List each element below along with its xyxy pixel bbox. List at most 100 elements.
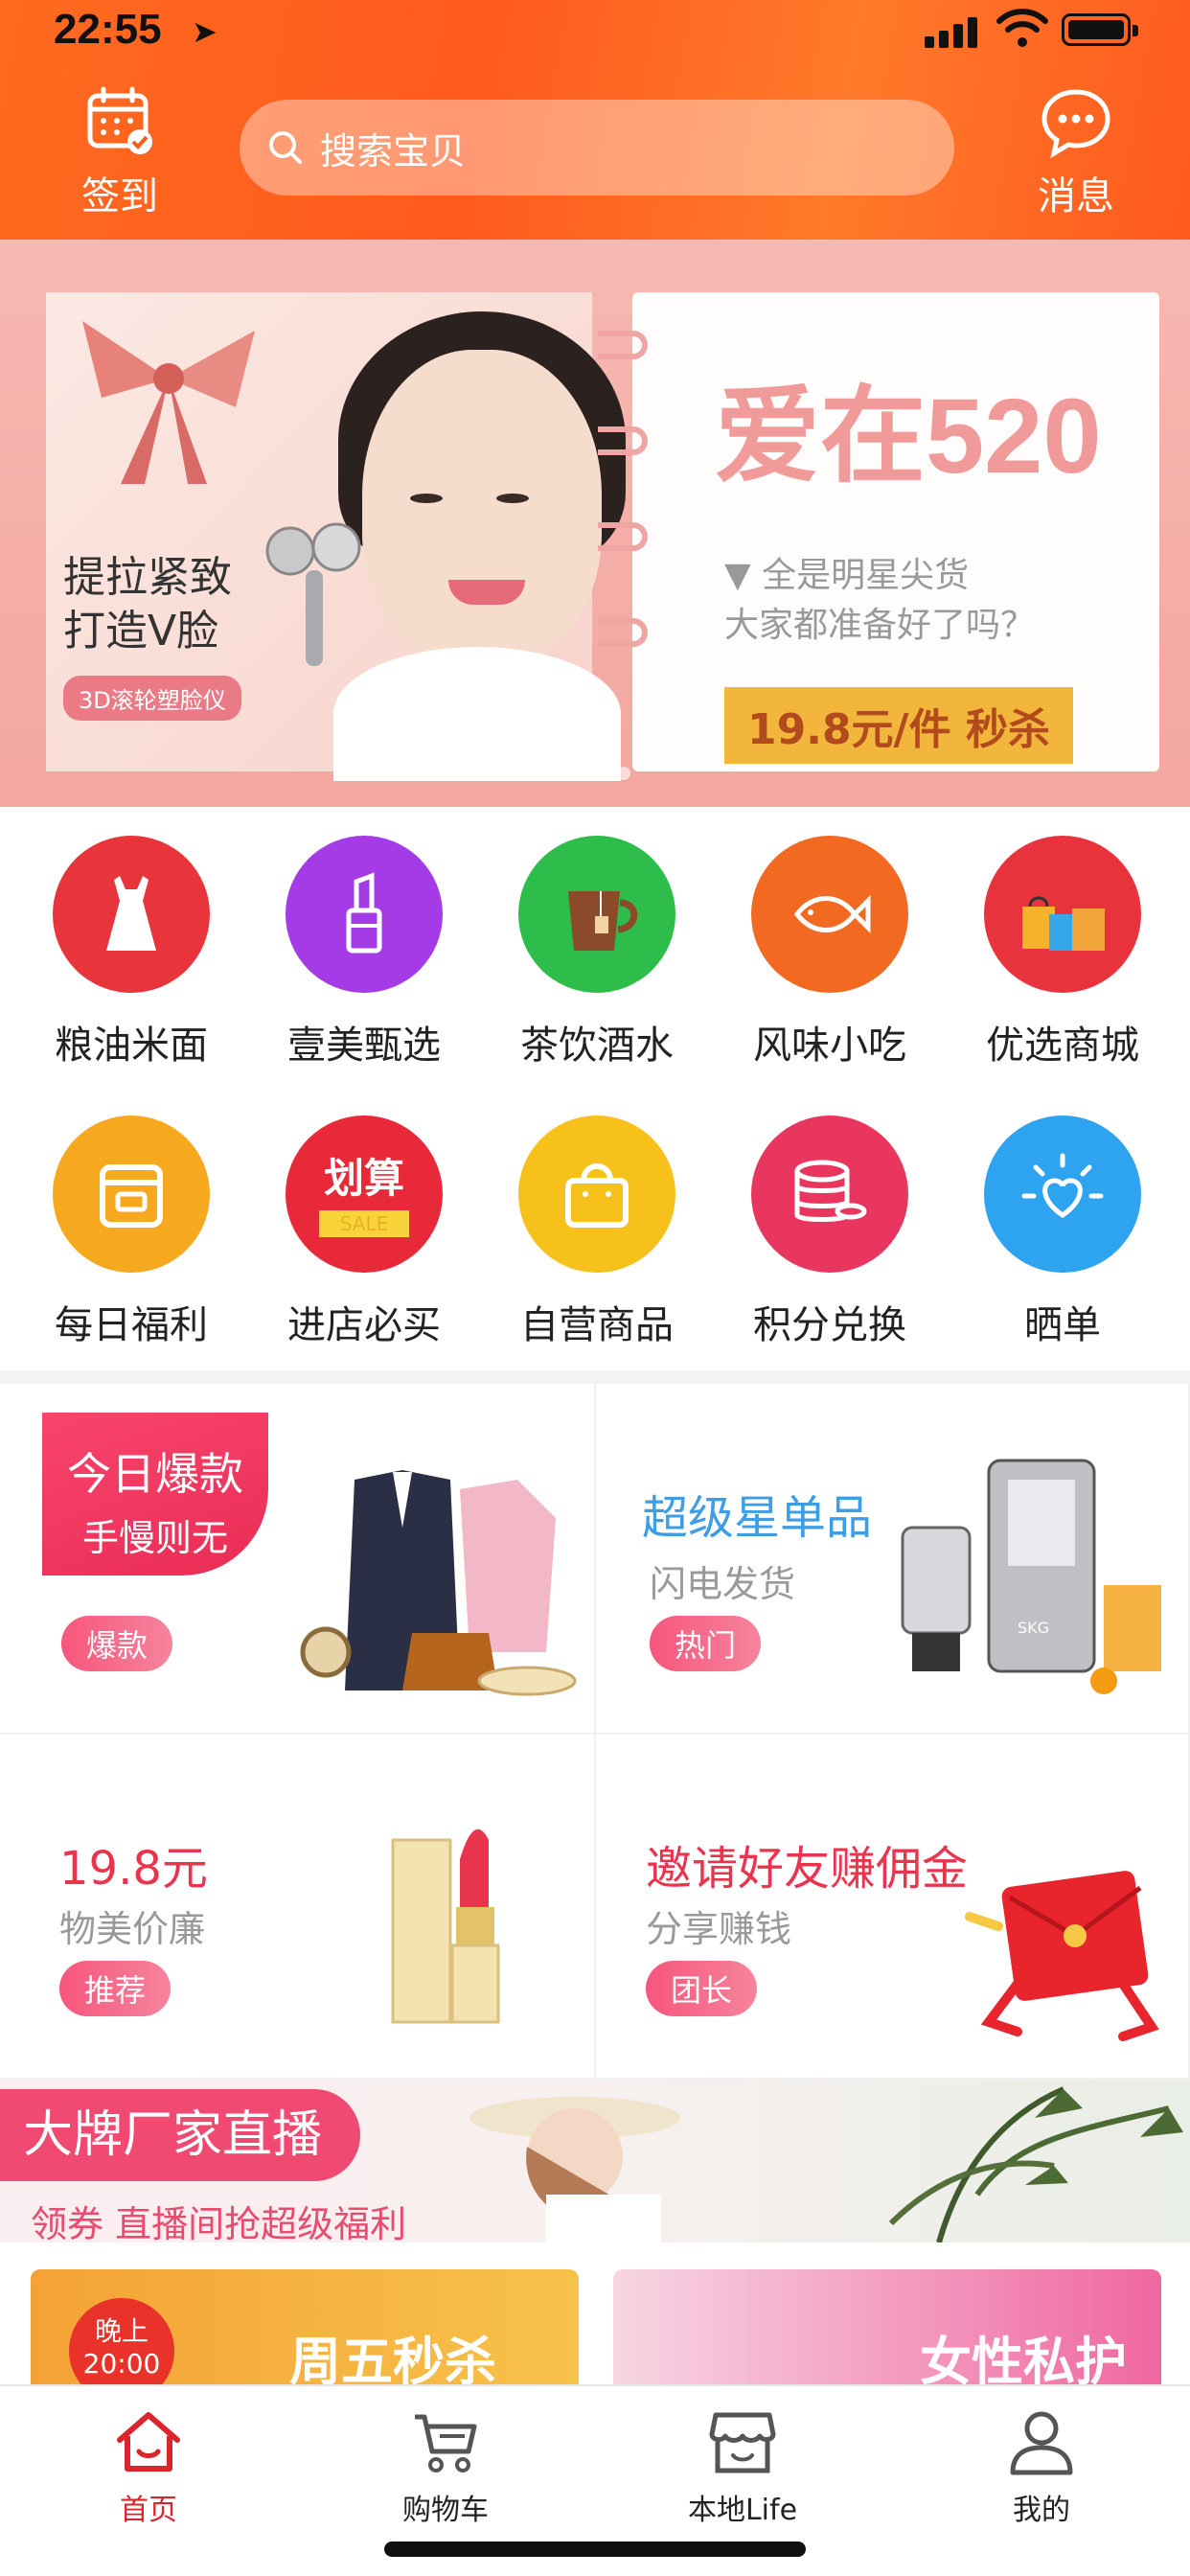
price-title: 19.8元 [59, 1842, 208, 1896]
category-label: 进店必买 [287, 1303, 441, 1347]
category-points-exchange[interactable]: 积分兑换 [715, 1116, 945, 1365]
app-screen: 22:55 ➤ 签到 搜索宝贝 消息 提拉紧致 打造V脸 3D滚轮塑脸仪 爱在5… [0, 0, 1190, 2576]
bag-icon [565, 1163, 629, 1228]
signal-icon [925, 15, 978, 48]
invite-title: 邀请好友赚佣金 [646, 1842, 969, 1896]
store-icon [709, 2412, 776, 2473]
tab-cart[interactable]: 购物车 [340, 2405, 551, 2528]
ribbon-bow-icon [82, 321, 255, 484]
tab-label: 首页 [120, 2494, 177, 2527]
sale-label: SALE [318, 1209, 410, 1237]
search-input[interactable]: 搜索宝贝 [240, 100, 954, 196]
live-title: 大牌厂家直播 [0, 2089, 361, 2181]
gift-box-icon [100, 1164, 163, 1228]
banner-right-title: 爱在520 [715, 378, 1102, 495]
invite-pill: 团长 [646, 1961, 758, 2016]
model-eye [410, 494, 443, 503]
location-arrow-icon: ➤ [192, 13, 217, 50]
checkin-label: 签到 [81, 174, 158, 218]
checkin-button[interactable]: 签到 [48, 84, 192, 228]
banner-right-subtitle: ▼ 全是明星尖货 大家都准备好了吗？ [724, 551, 1035, 651]
star-subtitle: 闪电发货 [650, 1563, 796, 1605]
tab-label: 购物车 [402, 2494, 489, 2527]
category-label: 每日福利 [55, 1303, 208, 1347]
tab-me[interactable]: 我的 [936, 2405, 1147, 2528]
price-subtitle: 物美价廉 [59, 1908, 206, 1950]
category-icon-bg [53, 1116, 210, 1273]
category-icon-bg [984, 836, 1141, 993]
promo-invite[interactable]: 邀请好友赚佣金 分享赚钱 团长 [596, 1735, 1190, 2080]
shopping-bags-icon [1022, 896, 1105, 951]
star-title: 超级星单品 [642, 1491, 873, 1545]
tab-label: 本地Life [687, 2494, 798, 2527]
live-stream-banner[interactable]: 大牌厂家直播 领券 直播间抢超级福利 [0, 2080, 1190, 2242]
women-care-title: 女性私护 [920, 2332, 1127, 2384]
tab-home[interactable]: 首页 [43, 2405, 254, 2528]
lipstick-product-icon [391, 1828, 500, 2024]
chat-bubble-icon [1041, 89, 1110, 159]
messages-button[interactable]: 消息 [1004, 84, 1148, 228]
carousel-dot[interactable] [556, 767, 569, 780]
search-placeholder: 搜索宝贝 [320, 129, 467, 172]
status-time: 22:55 [54, 6, 162, 53]
promo-women-care[interactable]: 女性私护 [613, 2269, 1161, 2384]
coins-icon [794, 1160, 867, 1222]
time-badge: 晚上 20:00 [69, 2298, 174, 2384]
fish-icon [793, 894, 871, 934]
category-beauty-select[interactable]: 壹美甄选 [249, 836, 479, 1085]
category-icon-bg [53, 836, 210, 993]
tab-local-life[interactable]: 本地Life [637, 2405, 848, 2528]
category-show-order[interactable]: 晒单 [948, 1116, 1178, 1365]
home-indicator[interactable] [384, 2542, 806, 2557]
promo-friday-flash[interactable]: 晚上 20:00 周五秒杀 [31, 2269, 579, 2384]
search-icon [269, 131, 302, 164]
category-icon-bg [518, 836, 675, 993]
carousel-dots[interactable] [556, 767, 630, 780]
star-pill: 热门 [650, 1616, 762, 1671]
category-grain-oil[interactable]: 粮油米面 [16, 836, 246, 1085]
category-self-operated[interactable]: 自营商品 [482, 1116, 712, 1365]
wifi-icon [996, 9, 1048, 47]
category-mall[interactable]: 优选商城 [948, 836, 1178, 1085]
promo-super-star[interactable]: 超级星单品 闪电发货 热门 SKG [596, 1384, 1190, 1735]
banner-left-title: 提拉紧致 打造V脸 [63, 551, 232, 658]
banner-notebook-card: 爱在520 ▼ 全是明星尖货 大家都准备好了吗？ 19.8元/件 秒杀 [598, 292, 1159, 771]
banner-left-tag: 3D滚轮塑脸仪 [63, 676, 241, 721]
category-daily-benefit[interactable]: 每日福利 [16, 1116, 246, 1365]
live-subtitle: 领券 直播间抢超级福利 [31, 2203, 407, 2242]
price-pill: 推荐 [59, 1961, 172, 2016]
notebook-rings [598, 331, 655, 733]
carousel-dot[interactable] [617, 767, 630, 780]
home-icon [117, 2412, 180, 2472]
hot-badge: 今日爆款 手慢则无 [42, 1413, 268, 1576]
friday-flash-title: 周五秒杀 [289, 2332, 496, 2384]
category-label: 茶饮酒水 [520, 1024, 674, 1068]
category-grid: 粮油米面 壹美甄选 茶饮酒水 风味小吃 优选商城 每日福利 划算 SALE 进店… [0, 807, 1190, 1370]
banner-left-line1: 提拉紧致 [63, 553, 232, 602]
category-icon-bg [751, 1116, 908, 1273]
hot-pill: 爆款 [61, 1616, 173, 1671]
category-tea-drinks[interactable]: 茶饮酒水 [482, 836, 712, 1085]
category-label: 自营商品 [520, 1303, 674, 1347]
suit-product-icon [300, 1470, 577, 1696]
model-photo [469, 2097, 680, 2242]
plant-photo [888, 2086, 1183, 2242]
category-label: 晒单 [1024, 1303, 1101, 1347]
category-icon-bg [518, 1116, 675, 1273]
hot-title: 今日爆款 [67, 1448, 243, 1500]
model-eye [496, 494, 529, 503]
red-envelope-icon [965, 1871, 1159, 2041]
promo-hot-items[interactable]: 今日爆款 手慢则无 爆款 [0, 1384, 596, 1735]
dress-icon [106, 876, 156, 951]
section-divider [0, 1370, 1190, 1384]
lipstick-icon [346, 872, 382, 954]
promo-price[interactable]: 19.8元 物美价廉 推荐 [0, 1735, 596, 2080]
carousel-dot[interactable] [586, 767, 600, 780]
hero-banner[interactable]: 提拉紧致 打造V脸 3D滚轮塑脸仪 爱在520 ▼ 全是明星尖货 大家都准备好了… [0, 240, 1190, 807]
category-icon-bg: 划算 SALE [286, 1116, 443, 1273]
tab-label: 我的 [1013, 2494, 1070, 2527]
brand-label: SKG [1018, 1619, 1049, 1637]
category-snacks[interactable]: 风味小吃 [715, 836, 945, 1085]
cart-icon [415, 2414, 477, 2472]
category-must-buy[interactable]: 划算 SALE 进店必买 [249, 1116, 479, 1365]
